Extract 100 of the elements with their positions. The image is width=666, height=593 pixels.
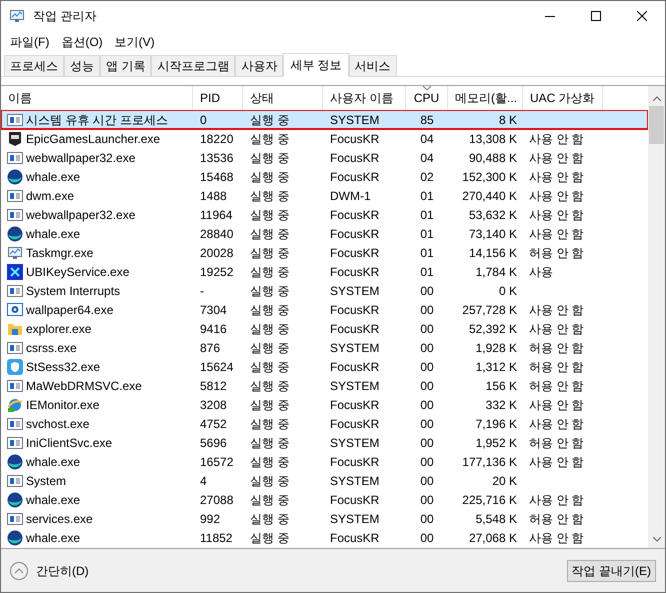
process-row[interactable]: MaWebDRMSVC.exe 5812 실행 중 SYSTEM 00 156 K 허용 안 함 [1,376,648,395]
tab[interactable]: 시작프로그램 [151,55,236,76]
table-cell: 00 [420,492,434,506]
table-cell: FocusKR [330,226,380,240]
process-row[interactable]: IniClientSvc.exe 5696 실행 중 SYSTEM 00 1,952 K 허용 안 함 [1,433,648,452]
table-cell-text: StSess32.exe [26,358,100,376]
window-icon [7,206,23,222]
table-cell: 허용 안 함 [529,360,584,374]
process-row[interactable]: wallpaper64.exe 7304 실행 중 FocusKR 00 257,728 K 사용 안 함 [1,300,648,319]
table-cell-text: System [26,472,66,490]
process-row[interactable]: dwm.exe 1488 실행 중 DWM-1 01 270,440 K 사용 안 함 [1,186,648,205]
tab[interactable]: 서비스 [348,55,397,76]
end-task-button[interactable]: 작업 끝내기(E) [566,560,656,582]
table-cell: 00 [420,474,434,488]
table-cell: 1,784 K [476,264,517,278]
table-cell: 실행 중 [250,226,290,240]
table-cell: 7,196 K [476,416,517,430]
scrollbar[interactable] [648,86,665,548]
table-cell: 20 K [492,474,517,488]
table-cell-text: 시스템 유휴 시간 프로세스 [26,112,168,128]
process-row[interactable]: webwallpaper32.exe 11964 실행 중 FocusKR 01 53,632 K 사용 안 함 [1,205,648,224]
table-cell: FocusKR [330,398,380,412]
menu-item[interactable]: 파일(F) [9,33,50,51]
maximize-icon [591,11,601,21]
scroll-down-icon[interactable] [652,537,660,542]
process-row[interactable]: csrss.exe 876 실행 중 SYSTEM 00 1,928 K 허용 안 함 [1,338,648,357]
process-row[interactable]: svchost.exe 4752 실행 중 FocusKR 00 7,196 K 사용 안 함 [1,414,648,433]
monitor-chart-icon [9,8,25,24]
swoosh-logo-icon [7,226,23,242]
tab[interactable]: 세부 정보 [283,53,349,77]
scroll-up-icon[interactable] [652,96,660,101]
menu-item[interactable]: 보기(V) [114,33,156,51]
table-cell: 실행 중 [250,208,290,222]
table-cell: 사용 안 함 [529,150,584,164]
tab[interactable]: 성능 [64,55,100,76]
table-cell: 27,068 K [468,530,517,544]
table-cell: 18220 [200,132,234,146]
swoosh-logo-icon [7,168,23,184]
table-cell: 5,548 K [476,512,517,526]
process-row[interactable]: whale.exe 15468 실행 중 FocusKR 02 152,300 K 사용 안 함 [1,167,648,186]
table-cell: SYSTEM [330,340,380,354]
process-row[interactable]: whale.exe 11852 실행 중 FocusKR 00 27,068 K 사용 안 함 [1,528,648,547]
process-row[interactable]: UBIKeyService.exe 19252 실행 중 FocusKR 01 1,784 K 사용 [1,262,648,281]
table-cell-text: EpicGamesLauncher.exe [26,130,160,148]
table-cell: FocusKR [330,132,380,146]
process-row[interactable]: services.exe 992 실행 중 SYSTEM 00 5,548 K 허용 안 함 [1,509,648,528]
process-row[interactable]: 시스템 유휴 시간 프로세스 0 실행 중 SYSTEM 85 8 K [1,110,648,129]
table-cell: 19252 [200,264,234,278]
table-cell: 실행 중 [250,530,290,544]
table-cell: 27088 [200,492,234,506]
table-cell: 00 [420,378,434,392]
table-cell: 01 [420,188,434,202]
process-row[interactable]: whale.exe 28840 실행 중 FocusKR 01 73,140 K 사용 안 함 [1,224,648,243]
table-cell-text: UBIKeyService.exe [26,264,130,280]
process-row[interactable]: StSess32.exe 15624 실행 중 FocusKR 00 1,312 K 허용 안 함 [1,357,648,376]
process-row[interactable]: EpicGamesLauncher.exe 18220 실행 중 FocusKR 04 13,308 K 사용 안 함 [1,129,648,148]
table-cell: 1,312 K [476,360,517,374]
window-icon [7,340,23,356]
table-cell: 사용 안 함 [529,132,584,146]
table-cell: 실행 중 [250,492,290,506]
tab[interactable]: 앱 기록 [100,55,152,76]
sort-caret-icon [422,86,430,90]
process-row[interactable]: whale.exe 27088 실행 중 FocusKR 00 225,716 K 사용 안 함 [1,490,648,509]
chevron-up-circle-icon [10,562,28,580]
table-cell: FocusKR [330,246,380,260]
table-cell: 00 [420,284,434,298]
table-cell: FocusKR [330,208,380,222]
table-cell: 실행 중 [250,398,290,412]
table-cell: 00 [420,340,434,354]
process-row[interactable]: explorer.exe 9416 실행 중 FocusKR 00 52,392 K 사용 안 함 [1,319,648,338]
window-icon [7,378,23,394]
table-cell: 152,300 K [462,170,517,184]
swoosh-logo-icon [7,492,23,508]
table-cell: 5696 [200,436,227,450]
table-cell: 사용 [529,264,553,278]
table-cell-text: Taskmgr.exe [26,244,94,262]
table-cell: 사용 안 함 [529,226,584,240]
window-icon [7,282,23,298]
table-cell-text: whale.exe [26,226,80,242]
table-cell: 사용 안 함 [529,416,584,430]
process-row[interactable]: System Interrupts - 실행 중 SYSTEM 00 0 K [1,281,648,300]
table-cell-text: IEMonitor.exe [26,396,100,414]
table-cell: 허용 안 함 [529,512,584,526]
process-row[interactable]: System 4 실행 중 SYSTEM 00 20 K [1,471,648,490]
table-cell: 실행 중 [250,302,290,316]
table-cell: 실행 중 [250,188,290,202]
scroll-thumb[interactable] [649,106,664,144]
menu-item[interactable]: 옵션(O) [60,33,104,51]
collapse-button[interactable]: 간단히(D) [10,562,89,580]
process-row[interactable]: Taskmgr.exe 20028 실행 중 FocusKR 01 14,156 K 허용 안 함 [1,243,648,262]
table-cell-text: MaWebDRMSVC.exe [26,378,142,394]
process-row[interactable]: webwallpaper32.exe 13536 실행 중 FocusKR 04 90,488 K 사용 안 함 [1,148,648,167]
table-cell-text: explorer.exe [26,320,92,338]
table-cell: 270,440 K [462,188,517,202]
gear-icon [7,302,23,318]
tab[interactable]: 프로세스 [4,55,64,76]
process-row[interactable]: whale.exe 16572 실행 중 FocusKR 00 177,136 K 사용 안 함 [1,452,648,471]
process-row[interactable]: IEMonitor.exe 3208 실행 중 FocusKR 00 332 K 사용 안 함 [1,395,648,414]
tab[interactable]: 사용자 [235,55,284,76]
table-cell-text: whale.exe [26,530,80,546]
